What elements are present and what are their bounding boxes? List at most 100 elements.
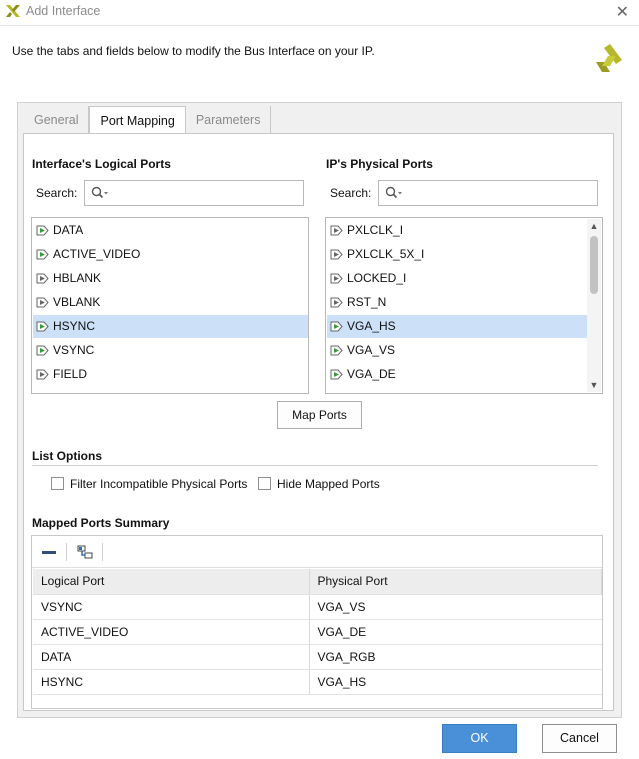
list-item-label: FIELD [53, 367, 88, 381]
logical-ports-list[interactable]: DATA ACTIVE_VIDEO HBLANK VBLANK HSYNC VS… [31, 217, 309, 394]
column-header-physical-port[interactable]: Physical Port [309, 569, 602, 595]
tab-general[interactable]: General [24, 106, 90, 134]
list-item-label: RST_N [347, 295, 387, 309]
physical-port-cell: VGA_DE [309, 619, 602, 645]
list-item[interactable]: ACTIVE_VIDEO [33, 243, 308, 266]
physical-ports-title: IP's Physical Ports [326, 157, 433, 171]
list-item[interactable]: RST_N [327, 291, 588, 314]
list-item[interactable]: PXLCLK_5X_I [327, 243, 588, 266]
list-item-label: ACTIVE_VIDEO [53, 247, 141, 261]
toolbar-separator [102, 543, 103, 561]
tab-parameters[interactable]: Parameters [186, 106, 272, 134]
tab-port-mapping[interactable]: Port Mapping [89, 106, 186, 135]
dialog-description: Use the tabs and fields below to modify … [12, 44, 375, 58]
list-item-label: VBLANK [53, 295, 101, 309]
hide-mapped-label[interactable]: Hide Mapped Ports [277, 477, 380, 491]
hide-mapped-checkbox[interactable] [258, 477, 271, 490]
mapped-port-pin-icon [36, 249, 49, 260]
port-pin-icon [36, 369, 49, 380]
list-item-label: HBLANK [53, 271, 102, 285]
logical-search-label: Search: [36, 186, 78, 200]
cancel-button[interactable]: Cancel [542, 724, 617, 753]
logical-search-input[interactable] [113, 184, 293, 202]
mapped-port-pin-icon [330, 345, 343, 356]
auto-connect-icon[interactable] [76, 543, 94, 561]
list-item[interactable]: PXLCLK_I [327, 219, 588, 242]
mapped-port-pin-icon [330, 369, 343, 380]
logical-port-cell: ACTIVE_VIDEO [33, 619, 310, 645]
logical-port-cell: DATA [33, 644, 310, 670]
port-pin-icon [330, 297, 343, 308]
toolbar-separator [66, 543, 67, 561]
port-pin-icon [36, 297, 49, 308]
list-item-label: PXLCLK_5X_I [347, 247, 425, 261]
physical-search-input[interactable] [407, 184, 587, 202]
list-item[interactable]: HBLANK [33, 267, 308, 290]
logical-port-cell: HSYNC [33, 669, 310, 695]
list-options-divider [32, 465, 598, 466]
mapped-port-pin-icon [36, 321, 49, 332]
physical-ports-list[interactable]: PXLCLK_I PXLCLK_5X_I LOCKED_I RST_N VGA_… [325, 217, 603, 394]
map-ports-button[interactable]: Map Ports [277, 401, 362, 429]
physical-port-cell: VGA_VS [309, 594, 602, 620]
xilinx-logo-icon [6, 5, 20, 17]
logical-search-field[interactable] [84, 180, 304, 206]
physical-port-cell: VGA_HS [309, 669, 602, 695]
scroll-thumb[interactable] [590, 236, 598, 294]
list-item[interactable]: VGA_DE [327, 363, 588, 386]
table-row[interactable]: HSYNC VGA_HS [33, 669, 602, 695]
ok-button[interactable]: OK [442, 724, 517, 753]
logical-ports-title: Interface's Logical Ports [32, 157, 171, 171]
list-item[interactable]: VGA_VS [327, 339, 588, 362]
port-pin-icon [330, 273, 343, 284]
scroll-up-icon[interactable]: ▲ [587, 219, 601, 233]
mapped-port-pin-icon [36, 225, 49, 236]
list-item-label: PXLCLK_I [347, 223, 404, 237]
list-item-selected[interactable]: HSYNC [33, 315, 308, 338]
physical-ports-scrollbar[interactable]: ▲ ▼ [587, 219, 601, 392]
list-item-label: DATA [53, 223, 84, 237]
port-pin-icon [330, 225, 343, 236]
column-header-logical-port[interactable]: Logical Port [33, 569, 310, 595]
remove-icon[interactable] [42, 545, 56, 559]
mapped-ports-summary: Logical Port Physical Port VSYNC VGA_VS … [31, 535, 603, 709]
tab-strip: General Port Mapping Parameters [24, 106, 272, 135]
list-item[interactable]: FIELD [33, 363, 308, 386]
table-row[interactable]: DATA VGA_RGB [33, 644, 602, 670]
list-item-label: VGA_VS [347, 343, 396, 357]
list-item-label: LOCKED_I [347, 271, 407, 285]
window-title: Add Interface [26, 4, 101, 18]
scroll-down-icon[interactable]: ▼ [587, 378, 601, 392]
physical-search-field[interactable] [378, 180, 598, 206]
xilinx-logo-icon [596, 44, 622, 72]
list-item-label: HSYNC [53, 319, 96, 333]
summary-title: Mapped Ports Summary [32, 516, 170, 530]
table-header-row: Logical Port Physical Port [33, 569, 602, 595]
list-item[interactable]: VBLANK [33, 291, 308, 314]
mapped-ports-table: Logical Port Physical Port VSYNC VGA_VS … [33, 569, 602, 695]
physical-port-cell: VGA_RGB [309, 644, 602, 670]
list-item[interactable]: VSYNC [33, 339, 308, 362]
port-pin-icon [330, 249, 343, 260]
physical-search-label: Search: [330, 186, 372, 200]
list-item-label: VSYNC [53, 343, 95, 357]
list-item-label: VGA_DE [347, 367, 396, 381]
list-item[interactable]: LOCKED_I [327, 267, 588, 290]
filter-incompatible-label[interactable]: Filter Incompatible Physical Ports [70, 477, 247, 491]
list-item[interactable]: DATA [33, 219, 308, 242]
list-options-title: List Options [32, 449, 102, 463]
list-item-selected[interactable]: VGA_HS [327, 315, 588, 338]
list-item-label: VGA_HS [347, 319, 396, 333]
summary-toolbar [32, 536, 602, 568]
search-icon [91, 186, 108, 199]
mapped-port-pin-icon [36, 345, 49, 356]
filter-incompatible-checkbox[interactable] [51, 477, 64, 490]
logical-port-cell: VSYNC [33, 594, 310, 620]
search-icon [385, 186, 402, 199]
port-pin-icon [36, 273, 49, 284]
mapped-port-pin-icon [330, 321, 343, 332]
table-row[interactable]: ACTIVE_VIDEO VGA_DE [33, 619, 602, 645]
title-bar: Add Interface ✕ [0, 0, 639, 26]
close-icon[interactable]: ✕ [616, 2, 629, 22]
table-row[interactable]: VSYNC VGA_VS [33, 594, 602, 620]
